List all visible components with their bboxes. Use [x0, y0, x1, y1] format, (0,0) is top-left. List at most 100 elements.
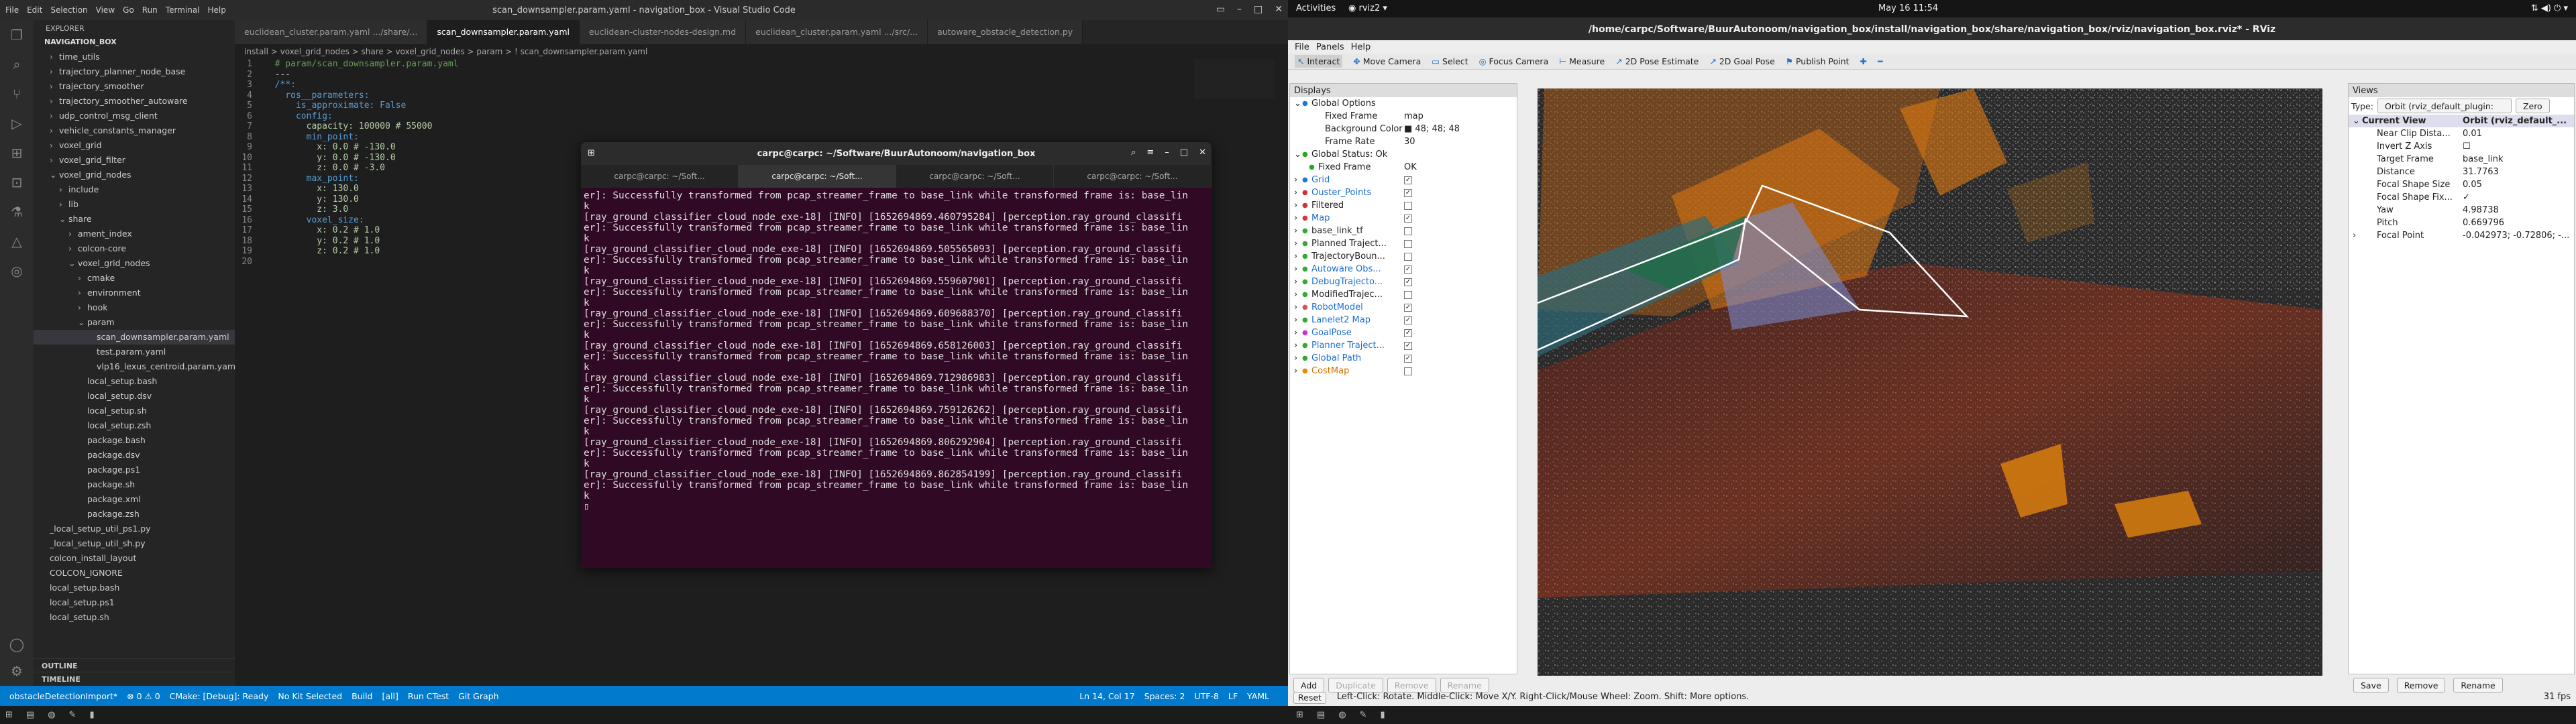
- tree-item[interactable]: › voxel_grid_filter: [34, 153, 235, 168]
- display-checkbox[interactable]: ✓: [1404, 316, 1412, 324]
- display-checkbox[interactable]: ✓: [1404, 342, 1412, 350]
- chevron-icon[interactable]: ›: [1294, 276, 1297, 288]
- display-item[interactable]: › ● ModifiedTrajec...: [1290, 288, 1517, 301]
- status-item[interactable]: Ln 14, Col 17: [1079, 691, 1134, 701]
- display-value[interactable]: OK: [1404, 161, 1417, 174]
- 3d-viewport[interactable]: [1538, 88, 2322, 676]
- tree-item[interactable]: COLCON_IGNORE: [34, 566, 235, 581]
- tool-interact[interactable]: ↖ Interact: [1295, 55, 1343, 68]
- tree-item[interactable]: package.dsv: [34, 448, 235, 463]
- terminal-icon[interactable]: ▮: [89, 710, 94, 720]
- tool-2d-goal-pose[interactable]: ↗ 2D Goal Pose: [1709, 56, 1774, 66]
- status-item[interactable]: LF: [1228, 691, 1238, 701]
- tree-item[interactable]: _local_setup_util_ps1.py: [34, 522, 235, 536]
- chevron-icon[interactable]: ⌄: [2353, 115, 2360, 127]
- tree-item[interactable]: package.bash: [34, 433, 235, 448]
- tree-item[interactable]: package.ps1: [34, 463, 235, 477]
- breadcrumb[interactable]: install > voxel_grid_nodes > share > vox…: [235, 44, 1288, 59]
- tree-item[interactable]: local_setup.ps1: [34, 595, 235, 610]
- view-property[interactable]: ⌄ Current View Orbit (rviz_default_...: [2349, 115, 2574, 127]
- tree-item[interactable]: vlp16_lexus_centroid.param.yaml: [34, 359, 235, 374]
- display-checkbox[interactable]: ✓: [1404, 278, 1412, 286]
- browser-icon[interactable]: ◍: [1338, 710, 1346, 720]
- git-graph-icon[interactable]: ◎: [0, 256, 34, 286]
- display-checkbox[interactable]: [1404, 367, 1412, 375]
- status-item[interactable]: obstacleDetectionImport*: [9, 691, 117, 701]
- layout-icon[interactable]: ▭: [1216, 4, 1225, 15]
- chevron-icon[interactable]: ›: [1294, 352, 1297, 365]
- view-property[interactable]: › Focal Point -0.042973; -0.72806; -...: [2349, 229, 2574, 242]
- display-item[interactable]: ● Fixed Frame OK: [1290, 161, 1517, 174]
- tree-item[interactable]: local_setup.sh: [34, 610, 235, 625]
- system-tray[interactable]: ⇅ ◀) ⏻ ▾: [2531, 3, 2568, 13]
- maximize-button[interactable]: □: [1180, 147, 1188, 158]
- display-item[interactable]: › ● Map ✓: [1290, 212, 1517, 225]
- tree-item[interactable]: › trajectory_smoother_autoware: [34, 94, 235, 109]
- chevron-icon[interactable]: ›: [1294, 339, 1297, 352]
- tree-item[interactable]: › voxel_grid: [34, 138, 235, 153]
- minus-icon[interactable]: ━: [1878, 56, 1883, 66]
- view-property-value[interactable]: 4.98738: [2463, 204, 2499, 217]
- cmake-icon[interactable]: △: [0, 227, 34, 256]
- chevron-icon[interactable]: ›: [1294, 365, 1297, 377]
- display-item[interactable]: › ● Filtered: [1290, 199, 1517, 212]
- display-checkbox[interactable]: [1404, 291, 1412, 299]
- tree-item[interactable]: ⌄ voxel_grid_nodes: [34, 256, 235, 271]
- display-checkbox[interactable]: ✓: [1404, 329, 1412, 337]
- activities-button[interactable]: Activities: [1296, 3, 1336, 13]
- zero-button[interactable]: Zero: [2515, 99, 2550, 113]
- tree-item[interactable]: ⌄ share: [34, 212, 235, 227]
- editor-tab[interactable]: scan_downsampler.param.yaml: [427, 20, 580, 44]
- account-icon[interactable]: ◯: [0, 629, 34, 659]
- view-property-value[interactable]: ☐: [2463, 140, 2471, 153]
- display-item[interactable]: › ● CostMap: [1290, 365, 1517, 377]
- extensions-icon[interactable]: ⊞: [0, 138, 34, 168]
- reset-button[interactable]: Reset: [1293, 692, 1326, 704]
- view-property[interactable]: Distance 31.7763: [2349, 166, 2574, 178]
- editor-tab[interactable]: autoware_obstacle_detection.py: [928, 20, 1083, 44]
- chevron-icon[interactable]: ›: [1294, 237, 1297, 250]
- status-item[interactable]: ⊗ 0 ⚠ 0: [127, 691, 160, 701]
- editor-tab[interactable]: euclidean-cluster-nodes-design.md: [579, 20, 747, 44]
- display-item[interactable]: › ● Ouster_Points ✓: [1290, 186, 1517, 199]
- display-checkbox[interactable]: ✓: [1404, 189, 1412, 197]
- display-checkbox[interactable]: [1404, 227, 1412, 235]
- display-checkbox[interactable]: ✓: [1404, 304, 1412, 312]
- tree-item[interactable]: › udp_control_msg_client: [34, 109, 235, 123]
- remote-icon[interactable]: ⊡: [0, 168, 34, 197]
- tree-item[interactable]: local_setup.bash: [34, 374, 235, 389]
- display-item[interactable]: ⌄ ● Global Status: Ok: [1290, 148, 1517, 161]
- tree-item[interactable]: › lib: [34, 197, 235, 212]
- terminal-tab[interactable]: carpc@carpc: ~/Soft...: [739, 165, 896, 188]
- explorer-icon[interactable]: ❐: [0, 20, 34, 50]
- view-property-value[interactable]: 0.01: [2463, 127, 2482, 140]
- chevron-icon[interactable]: ›: [1294, 225, 1297, 237]
- tree-item[interactable]: › trajectory_planner_node_base: [34, 64, 235, 79]
- tree-item[interactable]: local_setup.sh: [34, 404, 235, 418]
- chevron-icon[interactable]: ›: [1294, 301, 1297, 314]
- status-item[interactable]: No Kit Selected: [278, 691, 342, 701]
- view-property-value[interactable]: 31.7763: [2463, 166, 2499, 178]
- tree-item[interactable]: › vehicle_constants_manager: [34, 123, 235, 138]
- editor-tab[interactable]: euclidean_cluster.param.yaml .../src/...: [746, 20, 928, 44]
- display-item[interactable]: Fixed Frame map: [1290, 110, 1517, 123]
- run-debug-icon[interactable]: ▷: [0, 109, 34, 138]
- tool-select[interactable]: ▭ Select: [1432, 56, 1468, 66]
- status-item[interactable]: Run CTest: [408, 691, 449, 701]
- tree-item[interactable]: local_setup.dsv: [34, 389, 235, 404]
- display-item[interactable]: Frame Rate 30: [1290, 135, 1517, 148]
- maximize-button[interactable]: □: [1254, 4, 1263, 15]
- close-button[interactable]: ✕: [1275, 4, 1283, 15]
- display-checkbox[interactable]: [1404, 240, 1412, 248]
- view-property-value[interactable]: Orbit (rviz_default_...: [2463, 115, 2567, 127]
- status-item[interactable]: Spaces: 2: [1144, 691, 1185, 701]
- tree-item[interactable]: package.xml: [34, 492, 235, 507]
- status-item[interactable]: Git Graph: [458, 691, 498, 701]
- tool-measure[interactable]: ⊢ Measure: [1559, 56, 1605, 66]
- tree-item[interactable]: › environment: [34, 286, 235, 300]
- tree-item[interactable]: › hook: [34, 300, 235, 315]
- menu-item-file[interactable]: File: [1295, 42, 1309, 54]
- view-property[interactable]: Yaw 4.98738: [2349, 204, 2574, 217]
- terminal-output[interactable]: er]: Successfully transformed from pcap_…: [581, 188, 1212, 515]
- menu-item-panels[interactable]: Panels: [1316, 42, 1344, 54]
